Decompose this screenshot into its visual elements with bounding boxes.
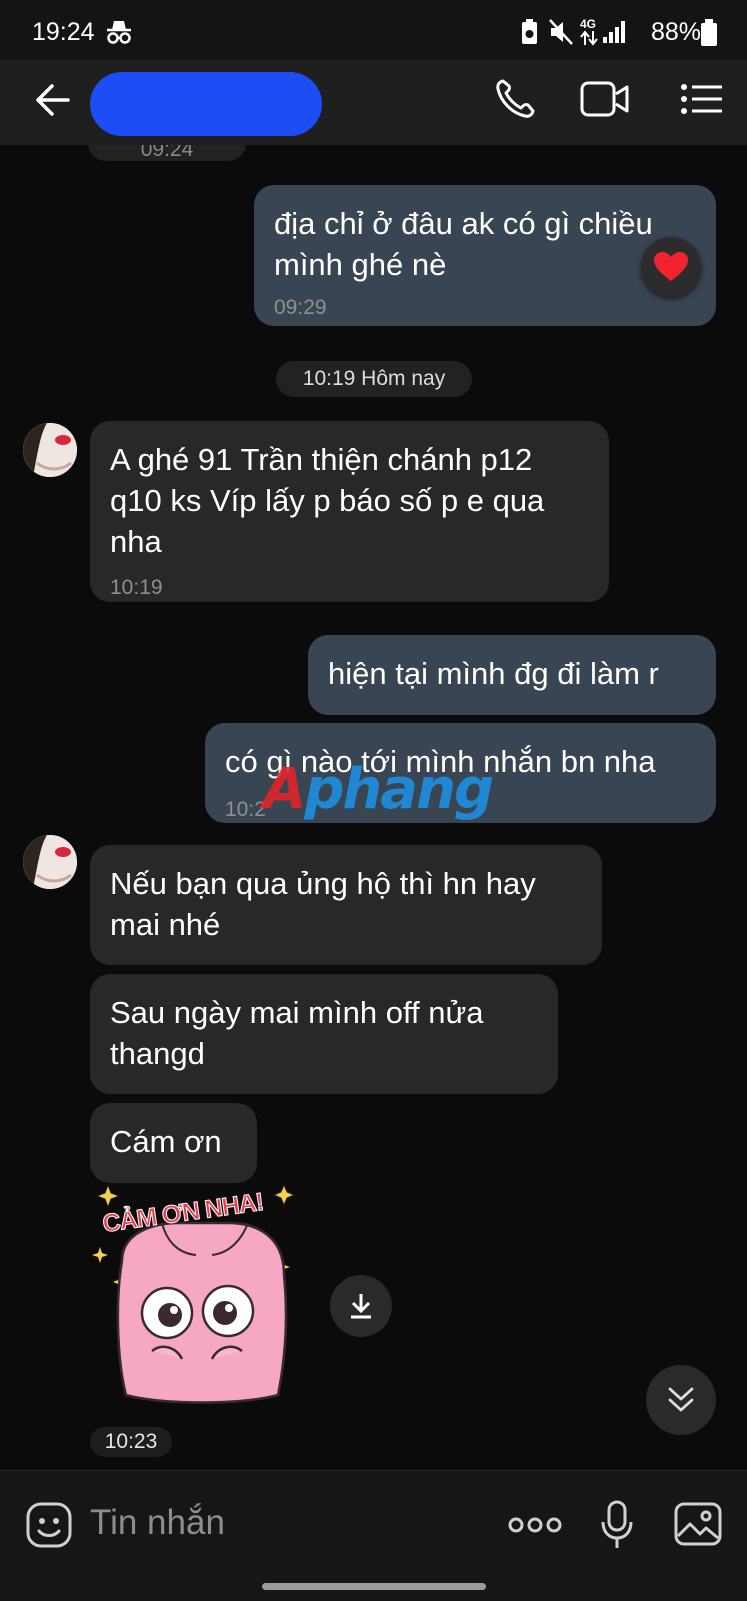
emoji-sticker-icon[interactable] [26, 1502, 72, 1548]
mute-icon [549, 19, 573, 45]
message-bubble-incoming[interactable]: Nếu bạn qua ủng hộ thì hn hay mai nhé [90, 845, 602, 965]
reaction-badge[interactable] [641, 237, 701, 297]
battery-saver-icon [522, 19, 537, 44]
message-bubble-outgoing[interactable]: hiện tại mình đg đi làm r [308, 635, 716, 715]
message-text: địa chỉ ở đâu ak có gì chiều mình ghé nè [274, 206, 653, 282]
message-text: hiện tại mình đg đi làm r [328, 656, 659, 691]
message-list[interactable]: 09:24 địa chỉ ở đâu ak có gì chiều mình … [0, 145, 747, 1470]
image-gallery-icon[interactable] [674, 1502, 722, 1546]
watermark-logo: Aphang [263, 757, 494, 822]
message-text: Cám ơn [110, 1124, 222, 1159]
battery-icon [701, 19, 717, 46]
network-type: 4G [580, 17, 597, 31]
battery-percent: 88% [650, 18, 701, 46]
contact-avatar[interactable] [23, 835, 77, 889]
scroll-to-bottom-button[interactable] [646, 1365, 716, 1435]
microphone-icon[interactable] [600, 1500, 634, 1550]
more-options-icon[interactable] [508, 1514, 562, 1536]
message-time: 10:19 [110, 576, 163, 599]
watermark-letter: A [263, 757, 306, 822]
message-text: A ghé 91 Trần thiện chánh p12 q10 ks Víp… [110, 442, 545, 559]
message-input[interactable]: Tin nhắn [90, 1503, 225, 1543]
heart-icon [654, 252, 688, 281]
watermark-rest: phang [304, 757, 494, 822]
incognito-icon [107, 21, 131, 44]
message-text: Nếu bạn qua ủng hộ thì hn hay mai nhé [110, 866, 536, 942]
message-time: 09:29 [274, 296, 327, 319]
message-time: 10:2 [225, 798, 266, 821]
status-time: 19:24 [32, 18, 95, 46]
double-chevron-down-icon [668, 1387, 694, 1412]
sticker-time: 10:23 [90, 1427, 172, 1457]
data-arrows-icon [580, 30, 598, 46]
download-button[interactable] [330, 1275, 392, 1337]
menu-list-icon[interactable] [680, 82, 724, 116]
message-bubble-incoming[interactable]: A ghé 91 Trần thiện chánh p12 q10 ks Víp… [90, 421, 609, 602]
gesture-nav-handle[interactable] [262, 1583, 486, 1590]
download-icon [351, 1294, 371, 1319]
contact-avatar[interactable] [23, 423, 77, 477]
video-call-icon[interactable] [580, 80, 630, 118]
message-text: Sau ngày mai mình off nửa thangd [110, 995, 484, 1071]
signal-icon [603, 21, 625, 43]
date-divider-chip: 10:19 Hôm nay [276, 361, 472, 397]
contact-name-redacted[interactable] [90, 72, 322, 136]
sticker-message[interactable]: CẢM ƠN NHA! [92, 1175, 318, 1407]
message-bubble-incoming[interactable]: Cám ơn [90, 1103, 257, 1183]
partial-time-chip: 09:24 [88, 145, 246, 161]
back-arrow-icon[interactable] [34, 80, 74, 120]
message-bubble-incoming[interactable]: Sau ngày mai mình off nửa thangd [90, 974, 558, 1094]
phone-call-icon[interactable] [494, 78, 536, 120]
